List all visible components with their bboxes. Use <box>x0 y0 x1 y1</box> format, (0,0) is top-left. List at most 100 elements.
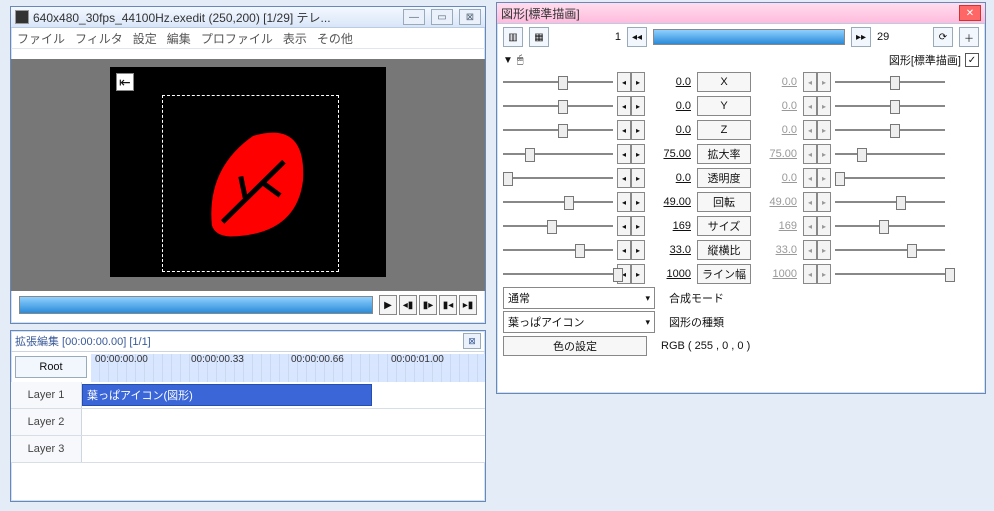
param-slider[interactable] <box>835 269 945 279</box>
param-stepper[interactable]: ◂▸ <box>803 96 831 116</box>
layer-row[interactable]: Layer 2 <box>11 409 485 436</box>
color-settings-button[interactable]: 色の設定 <box>503 336 647 356</box>
menu-other[interactable]: その他 <box>317 30 353 47</box>
param-slider[interactable] <box>835 77 945 87</box>
param-stepper[interactable]: ◂▸ <box>803 72 831 92</box>
goto-start-button[interactable]: ▮◂ <box>439 295 457 315</box>
param-name-button[interactable]: Y <box>697 96 751 116</box>
tool-icon-2[interactable]: ▦ <box>529 27 549 47</box>
layer-row[interactable]: Layer 1葉っぱアイコン(図形) <box>11 382 485 409</box>
time-ruler[interactable]: 00:00:00.00 00:00:00.33 00:00:00.66 00:0… <box>91 354 485 382</box>
param-slider[interactable] <box>503 245 613 255</box>
param-value-right[interactable]: 49.00 <box>755 196 799 208</box>
root-button[interactable]: Root <box>15 356 87 378</box>
frame-slider[interactable] <box>653 29 845 45</box>
layer-row[interactable]: Layer 3 <box>11 436 485 463</box>
refresh-button[interactable]: ⟳ <box>933 27 953 47</box>
param-value-right[interactable]: 33.0 <box>755 244 799 256</box>
timeline-titlebar[interactable]: 拡張編集 [00:00:00.00] [1/1] ⊠ <box>11 331 485 352</box>
param-value-left[interactable]: 169 <box>649 220 693 232</box>
param-slider[interactable] <box>503 197 613 207</box>
timeline-clip[interactable]: 葉っぱアイコン(図形) <box>82 384 372 406</box>
origin-icon[interactable]: ⇤ <box>116 73 134 91</box>
param-name-button[interactable]: 拡大率 <box>697 144 751 164</box>
param-stepper[interactable]: ◂▸ <box>803 144 831 164</box>
next-frame-button[interactable]: ▮▸ <box>419 295 437 315</box>
layer-track[interactable] <box>82 409 485 435</box>
param-name-button[interactable]: ライン幅 <box>697 264 751 284</box>
prev-frame-button[interactable]: ◂▮ <box>399 295 417 315</box>
param-stepper[interactable]: ◂▸ <box>617 240 645 260</box>
tool-icon-1[interactable]: ▥ <box>503 27 523 47</box>
canvas[interactable]: ⇤ <box>110 67 386 277</box>
param-slider[interactable] <box>835 197 945 207</box>
menu-view[interactable]: 表示 <box>283 30 307 47</box>
param-slider[interactable] <box>835 221 945 231</box>
layer-track[interactable]: 葉っぱアイコン(図形) <box>82 382 485 408</box>
param-value-left[interactable]: 0.0 <box>649 100 693 112</box>
param-value-left[interactable]: 0.0 <box>649 172 693 184</box>
param-value-right[interactable]: 0.0 <box>755 100 799 112</box>
timeline-close-button[interactable]: ⊠ <box>463 333 481 349</box>
blend-mode-select[interactable]: 通常▾ <box>503 287 655 309</box>
menu-filter[interactable]: フィルタ <box>75 30 123 47</box>
param-value-left[interactable]: 1000 <box>649 268 693 280</box>
layer-track[interactable] <box>82 436 485 462</box>
param-slider[interactable] <box>503 173 613 183</box>
param-stepper[interactable]: ◂▸ <box>617 168 645 188</box>
props-titlebar[interactable]: 図形[標準描画] ✕ <box>497 3 985 24</box>
param-slider[interactable] <box>503 101 613 111</box>
param-stepper[interactable]: ◂▸ <box>803 168 831 188</box>
param-stepper[interactable]: ◂▸ <box>803 264 831 284</box>
layer-label[interactable]: Layer 3 <box>11 436 82 462</box>
param-slider[interactable] <box>503 77 613 87</box>
param-stepper[interactable]: ◂▸ <box>803 120 831 140</box>
menu-settings[interactable]: 設定 <box>133 30 157 47</box>
maximize-button[interactable]: ▭ <box>431 9 453 25</box>
param-stepper[interactable]: ◂▸ <box>803 240 831 260</box>
minimize-button[interactable]: — <box>403 9 425 25</box>
param-slider[interactable] <box>503 269 613 279</box>
param-value-left[interactable]: 0.0 <box>649 76 693 88</box>
param-slider[interactable] <box>835 173 945 183</box>
param-stepper[interactable]: ◂▸ <box>617 144 645 164</box>
param-slider[interactable] <box>835 149 945 159</box>
param-name-button[interactable]: 縦横比 <box>697 240 751 260</box>
props-close-button[interactable]: ✕ <box>959 5 981 21</box>
layer-label[interactable]: Layer 2 <box>11 409 82 435</box>
param-stepper[interactable]: ◂▸ <box>617 120 645 140</box>
param-stepper[interactable]: ◂▸ <box>803 192 831 212</box>
param-slider[interactable] <box>835 101 945 111</box>
param-value-left[interactable]: 75.00 <box>649 148 693 160</box>
param-value-left[interactable]: 33.0 <box>649 244 693 256</box>
menu-file[interactable]: ファイル <box>17 30 65 47</box>
close-button[interactable]: ⊠ <box>459 9 481 25</box>
param-stepper[interactable]: ◂▸ <box>617 192 645 212</box>
param-value-left[interactable]: 0.0 <box>649 124 693 136</box>
param-value-right[interactable]: 1000 <box>755 268 799 280</box>
enable-checkbox[interactable]: ✓ <box>965 53 979 67</box>
collapse-icon[interactable]: ▼ <box>503 55 513 66</box>
shape-type-select[interactable]: 葉っぱアイコン▾ <box>503 311 655 333</box>
param-value-left[interactable]: 49.00 <box>649 196 693 208</box>
add-button[interactable]: ＋ <box>959 27 979 47</box>
param-slider[interactable] <box>503 125 613 135</box>
menu-edit[interactable]: 編集 <box>167 30 191 47</box>
param-slider[interactable] <box>503 221 613 231</box>
param-slider[interactable] <box>835 245 945 255</box>
param-value-right[interactable]: 0.0 <box>755 76 799 88</box>
param-slider[interactable] <box>503 149 613 159</box>
param-value-right[interactable]: 169 <box>755 220 799 232</box>
preview-titlebar[interactable]: 640x480_30fps_44100Hz.exedit (250,200) [… <box>11 7 485 28</box>
frame-next-button[interactable]: ▸▸ <box>851 27 871 47</box>
param-slider[interactable] <box>835 125 945 135</box>
goto-end-button[interactable]: ▸▮ <box>459 295 477 315</box>
menu-profile[interactable]: プロファイル <box>201 30 273 47</box>
param-name-button[interactable]: 回転 <box>697 192 751 212</box>
param-value-right[interactable]: 0.0 <box>755 124 799 136</box>
seek-bar[interactable] <box>19 296 373 314</box>
param-value-right[interactable]: 0.0 <box>755 172 799 184</box>
param-name-button[interactable]: X <box>697 72 751 92</box>
param-stepper[interactable]: ◂▸ <box>617 96 645 116</box>
frame-prev-button[interactable]: ◂◂ <box>627 27 647 47</box>
